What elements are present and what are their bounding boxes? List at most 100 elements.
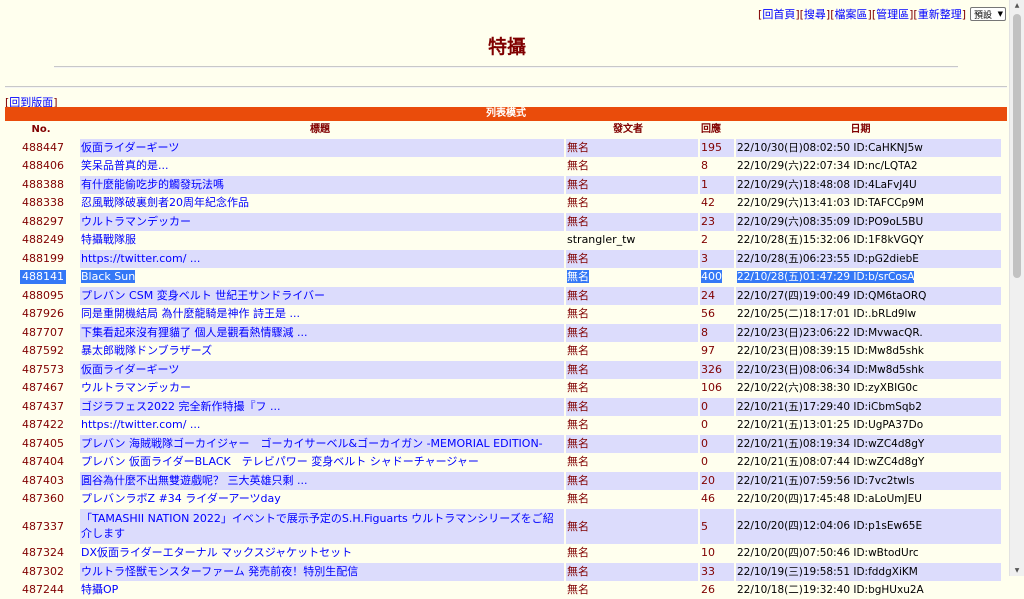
- thread-title-link[interactable]: 仮面ライダーギーツ: [81, 363, 179, 376]
- table-body: 488447仮面ライダーギーツ無名19522/10/30(日)08:02:50 …: [5, 139, 1007, 599]
- thread-title-link[interactable]: 圓谷為什麼不出無雙遊戲呢？ 三大英雄只剩 ...: [81, 474, 307, 487]
- thread-no: 488297: [22, 213, 77, 231]
- thread-no: 487244: [22, 581, 77, 599]
- thread-title-link[interactable]: 仮面ライダーギーツ: [81, 141, 179, 154]
- thread-replies-cell: 400: [700, 268, 734, 286]
- thread-replies: 97: [701, 344, 715, 357]
- thread-no-cell: 488297: [5, 213, 78, 231]
- thread-no: 488141: [20, 270, 66, 284]
- thread-replies-cell: 0: [700, 398, 734, 416]
- nav-link-3[interactable]: 管理區: [876, 8, 909, 21]
- thread-title-link-cell: ウルトラマンデッカー: [80, 213, 564, 231]
- thread-title-link-cell: 忍風戰隊破裏劍者20周年紀念作品: [80, 194, 564, 212]
- scroll-up-icon[interactable]: ▲: [1010, 2, 1024, 9]
- thread-replies: 326: [701, 363, 722, 376]
- table-row: 488095プレバン CSM 変身ベルト 世紀王サンドライバー無名2422/10…: [5, 287, 1007, 305]
- sort-select[interactable]: 預設▼: [970, 7, 1006, 21]
- thread-no-cell: 488095: [5, 287, 78, 305]
- thread-no-cell: 488249: [5, 231, 78, 249]
- thread-date: 22/10/20(四)17:45:48 ID:aLoUmJEU: [737, 493, 922, 505]
- thread-title-link[interactable]: Black Sun: [81, 270, 135, 283]
- thread-title-link[interactable]: ゴジラフェス2022 完全新作特撮『フ ...: [81, 400, 280, 413]
- thread-date: 22/10/28(五)01:47:29 ID:b/srCosA: [737, 271, 914, 283]
- table-row: 487707下集看起來沒有狸貓了 個人是觀看熱情驟減 ...無名822/10/2…: [5, 324, 1007, 342]
- thread-author: 無名: [567, 307, 589, 320]
- thread-date: 22/10/21(五)08:19:34 ID:wZC4d8gY: [737, 438, 924, 450]
- thread-author-cell: 無名: [566, 157, 698, 175]
- thread-no: 488406: [22, 157, 77, 175]
- thread-title-link[interactable]: https://twitter.com/ ...: [81, 252, 200, 265]
- thread-date: 22/10/22(六)08:38:30 ID:zyXBIG0c: [737, 382, 918, 394]
- thread-no-cell: 488141: [5, 268, 78, 286]
- thread-title-link[interactable]: 有什麼能偷吃步的觸發玩法嗎: [81, 178, 224, 191]
- thread-title-link[interactable]: DX仮面ライダーエターナル マックスジャケットセット: [81, 546, 352, 559]
- table-row: 487422https://twitter.com/ ...無名022/10/2…: [5, 416, 1007, 434]
- thread-no: 487467: [22, 379, 77, 397]
- thread-title-link[interactable]: プレバン 仮面ライダーBLACK テレビパワー 変身ベルト シャドーチャージャー: [81, 455, 479, 468]
- thread-replies-cell: 5: [700, 509, 734, 544]
- list-mode-bar: 列表模式: [5, 107, 1007, 121]
- thread-author: 無名: [567, 270, 589, 283]
- thread-date-cell: 22/10/28(五)06:23:55 ID:pG2diebE: [736, 250, 1001, 268]
- scroll-down-icon[interactable]: ▼: [1010, 567, 1024, 574]
- thread-no: 487437: [22, 398, 77, 416]
- thread-author: 無名: [567, 159, 589, 172]
- thread-title-link[interactable]: 笑呆品普真的是...: [81, 159, 169, 172]
- thread-author-cell: strangler_tw: [566, 231, 698, 249]
- thread-author-cell: 無名: [566, 287, 698, 305]
- thread-title-link-cell: https://twitter.com/ ...: [80, 250, 564, 268]
- thread-replies: 56: [701, 307, 715, 320]
- thread-replies-cell: 10: [700, 544, 734, 562]
- table-row: 488297ウルトラマンデッカー無名2322/10/29(六)08:35:09 …: [5, 213, 1007, 231]
- thread-author: 無名: [567, 381, 589, 394]
- thread-no-cell: 488199: [5, 250, 78, 268]
- thread-date-cell: 22/10/21(五)08:07:44 ID:wZC4d8gY: [736, 453, 1001, 471]
- thread-no-cell: 488447: [5, 139, 78, 157]
- thread-date: 22/10/29(六)22:07:34 ID:nc/LQTA2: [737, 160, 918, 172]
- thread-replies: 24: [701, 289, 715, 302]
- thread-author: 無名: [567, 455, 589, 468]
- thread-title-link[interactable]: 「TAMASHII NATION 2022」イベントで展示予定のS.H.Figu…: [81, 512, 554, 540]
- thread-author-cell: 無名: [566, 453, 698, 471]
- thread-title-link[interactable]: 同是重開機結局 為什麼龍騎是神作 詩王是 ...: [81, 307, 300, 320]
- thread-replies-cell: 97: [700, 342, 734, 360]
- header-title: 標題: [78, 121, 562, 138]
- thread-title-link[interactable]: プレバンラボZ #34 ライダーアーツday: [81, 492, 281, 505]
- thread-title-link-cell: 暴太郎戦隊ドンブラザーズ: [80, 342, 564, 360]
- thread-author-cell: 無名: [566, 379, 698, 397]
- thread-title-link[interactable]: プレバン 海賊戦隊ゴーカイジャー ゴーカイサーベル&ゴーカイガン -MEMORI…: [81, 437, 543, 450]
- nav-link-0[interactable]: 回首頁: [762, 8, 795, 21]
- table-row: 487360プレバンラボZ #34 ライダーアーツday無名4622/10/20…: [5, 490, 1007, 508]
- table-row: 487405プレバン 海賊戦隊ゴーカイジャー ゴーカイサーベル&ゴーカイガン -…: [5, 435, 1007, 453]
- thread-author-cell: 無名: [566, 139, 698, 157]
- thread-replies-cell: 326: [700, 361, 734, 379]
- thread-replies-cell: 0: [700, 453, 734, 471]
- thread-no: 488199: [22, 250, 77, 268]
- thread-no-cell: 487467: [5, 379, 78, 397]
- scrollbar[interactable]: ▲ ▼: [1009, 0, 1024, 576]
- table-header: No. 標題 發文者 回應 日期: [5, 121, 1007, 138]
- nav-link-2[interactable]: 檔案區: [835, 8, 868, 21]
- thread-date-cell: 22/10/21(五)17:29:40 ID:iCbmSqb2: [736, 398, 1001, 416]
- thread-title-link[interactable]: 特攝戰隊服: [81, 233, 136, 246]
- thread-title-link[interactable]: 暴太郎戦隊ドンブラザーズ: [81, 344, 212, 357]
- thread-title-link[interactable]: プレバン CSM 変身ベルト 世紀王サンドライバー: [81, 289, 325, 302]
- thread-author: 無名: [567, 289, 589, 302]
- table-row: 488447仮面ライダーギーツ無名19522/10/30(日)08:02:50 …: [5, 139, 1007, 157]
- scrollbar-thumb[interactable]: [1013, 14, 1021, 278]
- table-row: 488141 Black Sun 無名 40022/10/28(五)01:47:29 …: [5, 268, 1007, 286]
- nav-item-wrapper: [重新整理]: [913, 6, 966, 22]
- thread-no-cell: 487244: [5, 581, 78, 599]
- thread-no-cell: 488406: [5, 157, 78, 175]
- thread-title-link[interactable]: 下集看起來沒有狸貓了 個人是觀看熱情驟減 ...: [81, 326, 307, 339]
- nav-link-1[interactable]: 搜尋: [804, 8, 826, 21]
- thread-title-link[interactable]: https://twitter.com/ ...: [81, 418, 200, 431]
- thread-no-cell: 487573: [5, 361, 78, 379]
- thread-title-link[interactable]: ウルトラマンデッカー: [81, 215, 191, 228]
- thread-author: 無名: [567, 141, 589, 154]
- thread-title-link[interactable]: ウルトラマンデッカー: [81, 381, 191, 394]
- thread-replies-cell: 106: [700, 379, 734, 397]
- thread-title-link[interactable]: 特攝OP: [81, 583, 118, 596]
- thread-title-link[interactable]: 忍風戰隊破裏劍者20周年紀念作品: [81, 196, 249, 209]
- nav-link-4[interactable]: 重新整理: [918, 8, 962, 21]
